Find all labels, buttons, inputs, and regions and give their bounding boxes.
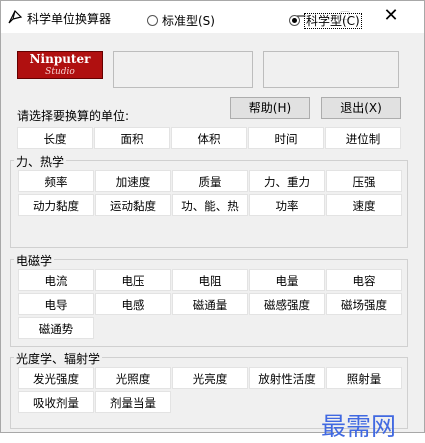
mechanics-thermal-group: 力、热学 频率 加速度 质量 力、重力 压强动力黏度 运动黏度 功、能、热 功率 速度 [10, 153, 408, 248]
unit-button[interactable]: 电压 [95, 269, 171, 291]
unit-button[interactable]: 照射量 [326, 367, 402, 389]
unit-button[interactable]: 频率 [18, 170, 94, 192]
logo-sub-text: Studio [45, 67, 75, 77]
electromagnetism-group: 电磁学 电流 电压 电阻 电量 电容电导 电感 磁通量 磁感强度 磁场强度磁通势 [10, 252, 408, 347]
unit-button[interactable]: 进位制 [325, 127, 401, 149]
unit-button[interactable]: 动力黏度 [18, 194, 94, 216]
unit-button[interactable]: 磁通势 [18, 317, 94, 339]
unit-button[interactable]: 电导 [18, 293, 94, 315]
unit-button[interactable]: 电流 [18, 269, 94, 291]
radio-checked-icon [289, 15, 300, 26]
select-unit-prompt: 请选择要换算的单位: [17, 109, 130, 123]
unit-button[interactable]: 放射性活度 [249, 367, 325, 389]
app-icon [8, 9, 23, 24]
group-label: 力、热学 [14, 153, 67, 170]
unit-button[interactable]: 磁感强度 [249, 293, 325, 315]
unit-button[interactable]: 体积 [171, 127, 247, 149]
unit-button[interactable]: 长度 [17, 127, 93, 149]
unit-button[interactable]: 磁场强度 [326, 293, 402, 315]
unit-button[interactable]: 磁通量 [172, 293, 248, 315]
unit-button[interactable]: 电阻 [172, 269, 248, 291]
basic-unit-buttons: 长度 面积 体积 时间 进位制 [17, 127, 401, 151]
unit-button[interactable]: 功、能、热 [172, 194, 248, 216]
unit-button[interactable]: 电感 [95, 293, 171, 315]
unit-button[interactable]: 力、重力 [249, 170, 325, 192]
unit-button[interactable]: 吸收剂量 [18, 391, 94, 413]
group-label: 光度学、辐射学 [14, 350, 103, 367]
unit-button[interactable]: 速度 [326, 194, 402, 216]
unit-button[interactable]: 运动黏度 [95, 194, 171, 216]
radio-unchecked-icon [147, 15, 158, 26]
standard-mode-radio[interactable]: 标准型(S) [147, 12, 215, 29]
logo-main-text: Ninputer [29, 52, 91, 66]
watermark: 最需网 [321, 412, 397, 441]
window-title: 科学单位换算器 [27, 12, 112, 26]
scientific-mode-label: 科学型(C) [304, 13, 362, 29]
standard-mode-box [113, 51, 253, 88]
unit-button[interactable]: 质量 [172, 170, 248, 192]
scientific-mode-radio[interactable]: 科学型(C) [289, 12, 362, 29]
unit-button[interactable]: 面积 [94, 127, 170, 149]
close-button[interactable]: ✕ [368, 1, 414, 33]
unit-button[interactable]: 电容 [326, 269, 402, 291]
standard-mode-label: 标准型(S) [162, 14, 215, 28]
unit-button[interactable]: 功率 [249, 194, 325, 216]
help-button[interactable]: 帮助(H) [230, 97, 310, 119]
unit-button[interactable]: 时间 [248, 127, 324, 149]
unit-button[interactable]: 发光强度 [18, 367, 94, 389]
unit-button[interactable]: 光照度 [95, 367, 171, 389]
unit-button[interactable]: 压强 [326, 170, 402, 192]
exit-button[interactable]: 退出(X) [321, 97, 401, 119]
unit-button[interactable]: 剂量当量 [95, 391, 171, 413]
group-label: 电磁学 [14, 252, 55, 269]
app-window: 科学单位换算器 — ☐ ✕ Ninputer Studio 标准型(S) 科学型… [0, 0, 425, 441]
scientific-mode-box [263, 51, 399, 88]
unit-button[interactable]: 光亮度 [172, 367, 248, 389]
unit-button[interactable]: 加速度 [95, 170, 171, 192]
unit-button[interactable]: 电量 [249, 269, 325, 291]
ninputer-logo: Ninputer Studio [17, 51, 103, 79]
